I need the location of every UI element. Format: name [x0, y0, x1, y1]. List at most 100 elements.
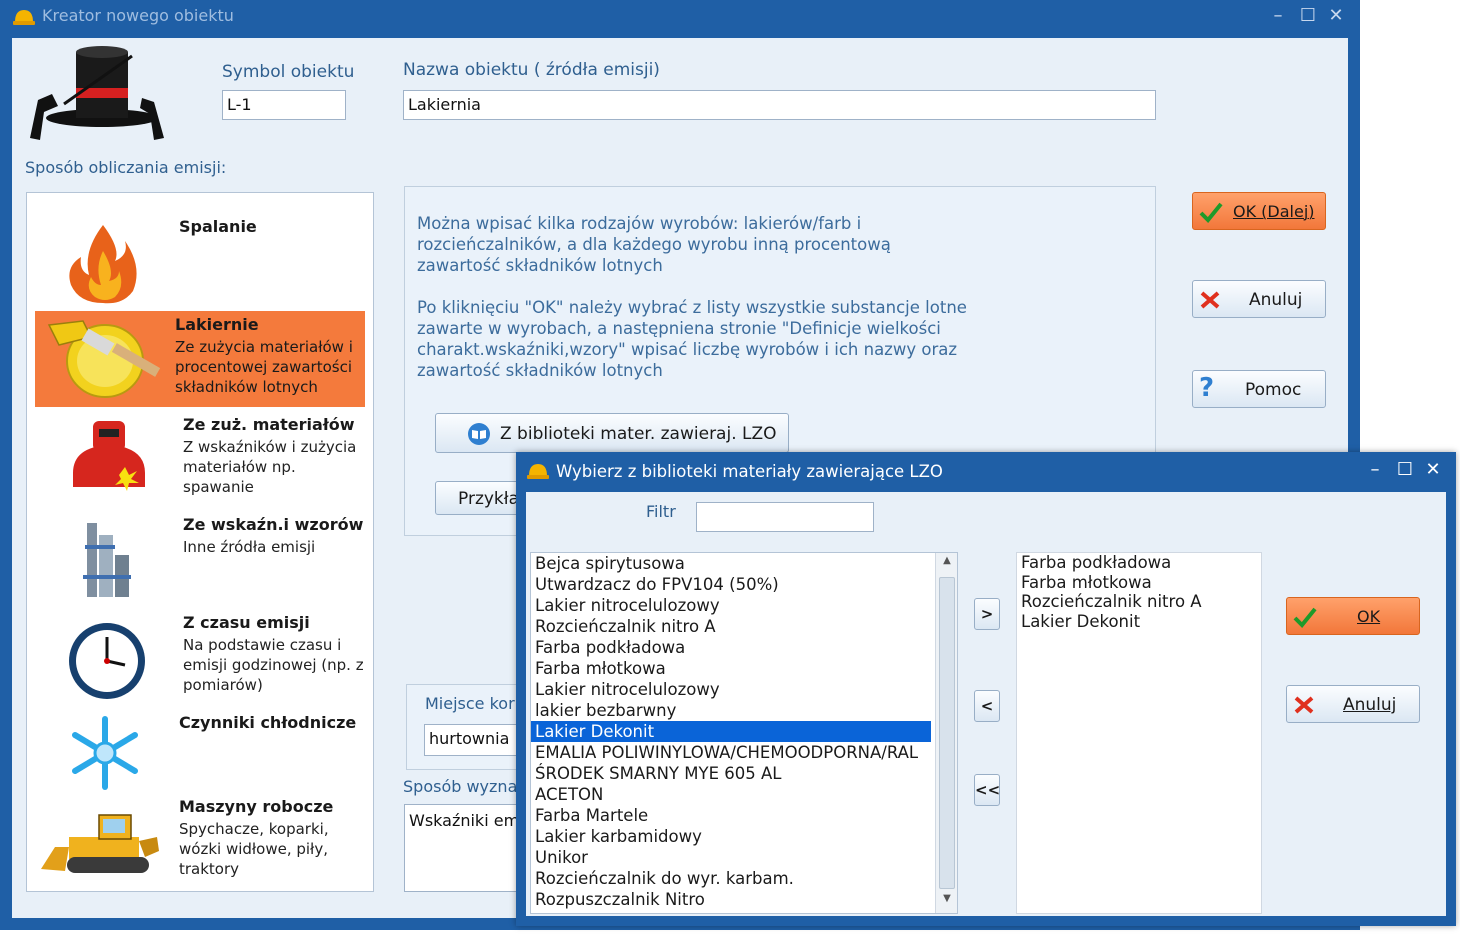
check-icon	[1293, 607, 1317, 628]
method-list: Spalanie Lakiernie Ze zużycia materiałów…	[26, 192, 374, 892]
available-list-item[interactable]: Farba młotkowa	[531, 658, 931, 679]
dialog-cancel-button[interactable]: Anuluj	[1286, 685, 1420, 723]
method-spalanie[interactable]: Spalanie	[35, 203, 365, 307]
symbol-input[interactable]: L-1	[222, 90, 346, 120]
method-description: Inne źródła emisji	[183, 538, 316, 556]
close-icon[interactable]: ✕	[1420, 460, 1446, 480]
filter-label: Filtr	[646, 502, 676, 521]
dialog-title-bar[interactable]: Wybierz z biblioteki materiały zawierają…	[516, 452, 1456, 490]
library-dialog: Wybierz z biblioteki materiały zawierają…	[516, 452, 1456, 926]
available-list-item[interactable]: Rozcieńczalnik nitro A	[531, 616, 931, 637]
method-title: Czynniki chłodnicze	[179, 713, 357, 732]
info-text-line: zawartość składników lotnych	[417, 361, 663, 380]
help-label: Pomoc	[1245, 380, 1302, 400]
method-description: Na podstawie czasu i emisji godzinowej (…	[183, 636, 364, 694]
available-list-item[interactable]: Utwardzacz do FPV104 (50%)	[531, 574, 931, 595]
info-text-line: Po kliknięciu "OK" należy wybrać z listy…	[417, 298, 967, 317]
info-text-line: charakt.wskaźniki,wzory" wpisać liczbę w…	[417, 340, 957, 359]
method-title: Ze zuż. materiałów	[183, 415, 355, 434]
available-list-item[interactable]: Lakier Dekonit	[531, 721, 931, 742]
available-list-item[interactable]: Rozpuszczalnik Nitro	[531, 889, 931, 910]
scroll-thumb[interactable]	[939, 577, 955, 889]
dialog-title: Wybierz z biblioteki materiały zawierają…	[556, 462, 943, 481]
dialog-ok-label: OK	[1357, 607, 1381, 626]
name-input[interactable]: Lakiernia	[403, 90, 1156, 120]
available-list-item[interactable]: Rozcieńczalnik do wyr. karbam.	[531, 868, 931, 889]
method-title: Ze wskaźn.i wzorów	[183, 515, 364, 534]
available-list-item[interactable]: EMALIA POLIWINYLOWA/CHEMOODPORNA/RAL	[531, 742, 931, 763]
available-list-item[interactable]: Lakier karbamidowy	[531, 826, 931, 847]
minimize-icon[interactable]: –	[1265, 6, 1291, 26]
place-input[interactable]: hurtownia	[424, 724, 524, 756]
method-title: Lakiernie	[175, 315, 259, 334]
chosen-list-item[interactable]: Farba młotkowa	[1017, 573, 1257, 593]
close-x-icon	[1200, 291, 1220, 309]
chosen-list-item[interactable]: Lakier Dekonit	[1017, 612, 1257, 632]
method-indicators[interactable]: Ze wskaźn.i wzorów Inne źródła emisji	[35, 511, 365, 607]
clock-icon	[69, 623, 145, 699]
available-list-item[interactable]: ACETON	[531, 784, 931, 805]
add-button[interactable]: >	[974, 598, 1000, 630]
available-list-item[interactable]: Bejca spirytusowa	[531, 553, 931, 574]
available-list-item[interactable]: ŚRODEK SMARNY MYE 605 AL	[531, 763, 931, 784]
cancel-button[interactable]: Anuluj	[1192, 280, 1326, 318]
dialog-ok-button[interactable]: OK	[1286, 597, 1420, 635]
main-window-title: Kreator nowego obiektu	[42, 6, 234, 25]
available-items: Bejca spirytusowa Utwardzacz do FPV104 (5…	[531, 553, 935, 913]
scroll-up-icon[interactable]: ▲	[938, 555, 956, 573]
method-materials[interactable]: Ze zuż. materiałów Z wskaźników i zużyci…	[35, 411, 365, 507]
wizard-hat-icon	[30, 46, 164, 140]
method-description: Ze zużycia materiałów i procentowej zawa…	[175, 338, 353, 396]
help-icon: ?	[1199, 373, 1215, 403]
fire-icon	[69, 225, 137, 304]
welder-icon	[73, 421, 145, 491]
remove-all-button[interactable]: <<	[974, 774, 1000, 806]
symbol-label: Symbol obiektu	[222, 62, 355, 82]
method-detail-field[interactable]: Wskaźniki em	[404, 804, 524, 892]
chosen-list[interactable]: Farba podkładowa Farba młotkowa Rozcieńcza…	[1016, 552, 1262, 914]
info-text-line: rozcieńczalników, a dla każdego wyrobu i…	[417, 235, 891, 254]
available-list-item[interactable]: Farba Martele	[531, 805, 931, 826]
place-label: Miejsce kor	[425, 694, 515, 713]
method-label: Sposób obliczania emisji:	[25, 158, 227, 177]
dialog-cancel-label: Anuluj	[1343, 695, 1397, 715]
method-detail-label: Sposób wyzna	[403, 777, 518, 796]
method-description: Spychacze, koparki, wózki widłowe, piły,…	[179, 820, 329, 878]
available-list-item[interactable]: Lakier nitrocelulozowy	[531, 595, 931, 616]
info-text-line: zawartość składników lotnych	[417, 256, 663, 275]
method-title: Z czasu emisji	[183, 613, 310, 632]
available-list-item[interactable]: Lakier nitrocelulozowy	[531, 679, 931, 700]
method-description: Z wskaźników i zużycia materiałów np. sp…	[183, 438, 357, 496]
available-list-item[interactable]: lakier bezbarwny	[531, 700, 931, 721]
available-list-item[interactable]: Unikor	[531, 847, 931, 868]
library-button[interactable]: Z biblioteki mater. zawieraj. LZO	[435, 413, 789, 453]
maximize-icon[interactable]: ☐	[1392, 460, 1418, 480]
name-label: Nazwa obiektu ( źródła emisji)	[403, 60, 660, 80]
ok-next-label: OK (Dalej)	[1233, 202, 1315, 221]
method-title: Spalanie	[179, 217, 257, 236]
maximize-icon[interactable]: ☐	[1295, 6, 1321, 26]
method-title: Maszyny robocze	[179, 797, 334, 816]
method-machines[interactable]: Maszyny robocze Spychacze, koparki, wózk…	[35, 793, 365, 887]
help-button[interactable]: ? Pomoc	[1192, 370, 1326, 408]
minimize-icon[interactable]: –	[1362, 460, 1388, 480]
filter-input[interactable]	[696, 502, 874, 532]
scroll-down-icon[interactable]: ▼	[938, 893, 956, 911]
scrollbar[interactable]: ▲ ▼	[935, 553, 957, 913]
remove-button[interactable]: <	[974, 690, 1000, 722]
available-list[interactable]: Bejca spirytusowa Utwardzacz do FPV104 (5…	[530, 552, 958, 914]
library-button-label: Z biblioteki mater. zawieraj. LZO	[500, 424, 777, 444]
available-list-item[interactable]: Farba podkładowa	[531, 637, 931, 658]
method-time[interactable]: Z czasu emisji Na podstawie czasu i emis…	[35, 609, 365, 705]
chosen-list-item[interactable]: Rozcieńczalnik nitro A	[1017, 592, 1257, 612]
close-icon[interactable]: ✕	[1323, 6, 1349, 26]
method-lakiernie[interactable]: Lakiernie Ze zużycia materiałów i procen…	[35, 311, 365, 407]
chosen-list-item[interactable]: Farba podkładowa	[1017, 553, 1257, 573]
book-icon	[468, 423, 490, 445]
bulldozer-icon	[41, 814, 159, 873]
dialog-client-area: Filtr Bejca spirytusowa Utwardzacz do FPV…	[526, 492, 1446, 916]
helmet-icon	[13, 10, 35, 25]
method-refrigerants[interactable]: Czynniki chłodnicze	[35, 709, 365, 795]
main-title-bar[interactable]: Kreator nowego obiektu – ☐ ✕	[0, 0, 1360, 34]
ok-next-button[interactable]: OK (Dalej)	[1192, 192, 1326, 230]
